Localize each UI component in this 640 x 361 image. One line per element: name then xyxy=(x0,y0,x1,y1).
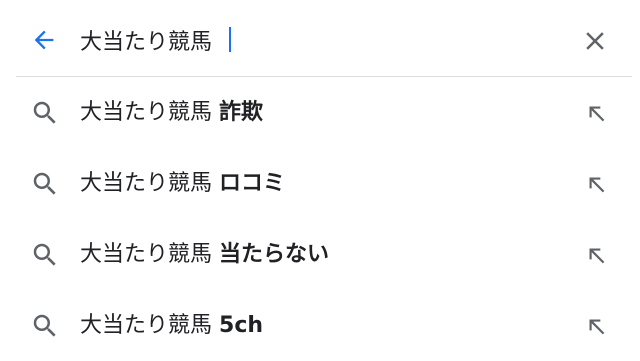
suggestion-prefix: 大当たり競馬 xyxy=(80,171,213,196)
arrow-up-left-icon xyxy=(589,319,605,335)
suggestion-text: 大当たり競馬 5ch xyxy=(80,290,263,361)
suggestion-suffix: ロコミ xyxy=(219,171,286,196)
suggestion-item[interactable]: 大当たり競馬 5ch xyxy=(0,290,640,361)
arrow-up-left-icon xyxy=(589,106,605,122)
suggestion-text: 大当たり競馬 ロコミ xyxy=(80,148,285,219)
suggestion-text: 大当たり競馬 詐欺 xyxy=(80,77,263,148)
search-icon xyxy=(33,101,56,124)
clear-button[interactable] xyxy=(578,24,612,58)
suggestion-list: 大当たり競馬 詐欺 大当たり競馬 ロコミ 大当たり競馬 当たらない 大当たり競馬… xyxy=(0,77,640,361)
search-input[interactable] xyxy=(80,20,550,60)
back-button[interactable] xyxy=(28,24,60,56)
arrow-up-left-icon xyxy=(589,177,605,193)
suggestion-suffix: 当たらない xyxy=(219,242,330,267)
suggestion-prefix: 大当たり競馬 xyxy=(80,242,213,267)
fill-query-button[interactable] xyxy=(580,168,612,200)
close-icon xyxy=(586,32,604,50)
suggestion-item[interactable]: 大当たり競馬 ロコミ xyxy=(0,148,640,219)
search-icon xyxy=(33,172,56,195)
search-icon xyxy=(33,314,56,337)
fill-query-button[interactable] xyxy=(580,97,612,129)
suggestion-suffix: 5ch xyxy=(219,313,264,338)
suggestion-prefix: 大当たり競馬 xyxy=(80,100,213,125)
suggestion-suffix: 詐欺 xyxy=(219,100,264,125)
suggestion-prefix: 大当たり競馬 xyxy=(80,313,213,338)
arrow-up-left-icon xyxy=(589,248,605,264)
arrow-back-icon xyxy=(34,30,54,50)
suggestion-text: 大当たり競馬 当たらない xyxy=(80,219,329,290)
fill-query-button[interactable] xyxy=(580,239,612,271)
suggestion-item[interactable]: 大当たり競馬 詐欺 xyxy=(0,77,640,148)
search-header xyxy=(0,0,640,78)
search-icon xyxy=(33,243,56,266)
suggestion-item[interactable]: 大当たり競馬 当たらない xyxy=(0,219,640,290)
fill-query-button[interactable] xyxy=(580,310,612,342)
text-caret xyxy=(229,27,231,52)
